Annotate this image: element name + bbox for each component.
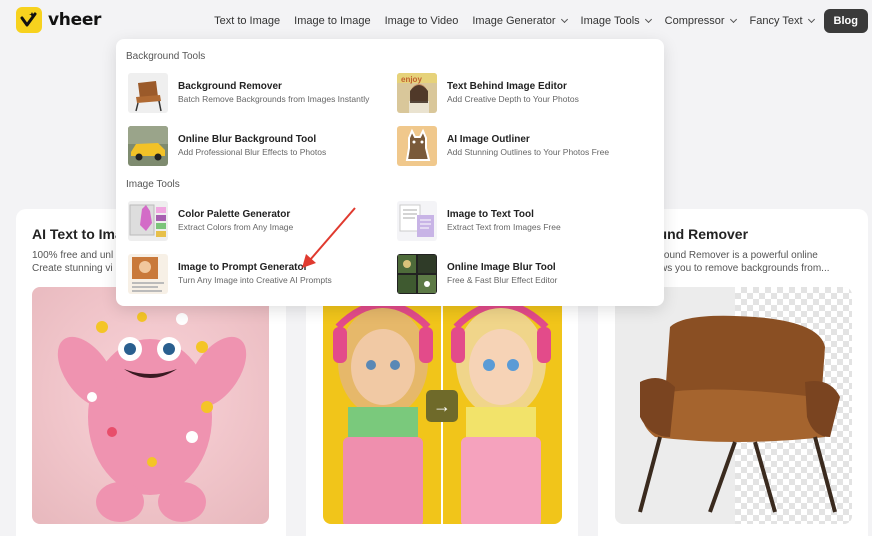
section-label-background-tools: Background Tools	[126, 51, 206, 62]
document-thumbnail-icon	[397, 201, 437, 241]
prompt-thumbnail-icon	[128, 254, 168, 294]
menu-item-online-blur-background-tool[interactable]: Online Blur Background Tool Add Professi…	[128, 126, 388, 166]
chevron-down-icon	[560, 15, 568, 24]
chevron-down-icon	[729, 15, 737, 24]
menu-item-image-to-prompt-generator[interactable]: Image to Prompt Generator Turn Any Image…	[128, 254, 388, 294]
nav-image-generator[interactable]: Image Generator	[472, 15, 568, 27]
compare-slider-handle-icon[interactable]: →	[426, 390, 458, 422]
menu-item-online-image-blur-tool[interactable]: Online Image Blur Tool Free & Fast Blur …	[397, 254, 657, 294]
chair-thumbnail-icon	[128, 73, 168, 113]
card-title: ound Remover	[650, 226, 749, 242]
main-nav: Text to Image Image to Image Image to Vi…	[214, 0, 868, 42]
menu-item-title: AI Image Outliner	[447, 134, 530, 145]
logo-text: vheer	[48, 10, 102, 30]
blur-grid-thumbnail-icon	[397, 254, 437, 294]
menu-item-subtitle: Extract Colors from Any Image	[178, 222, 294, 232]
nav-label: Image Tools	[580, 15, 640, 27]
logo-mark-icon	[16, 7, 42, 33]
menu-item-subtitle: Extract Text from Images Free	[447, 222, 561, 232]
nav-label: Image to Video	[384, 15, 459, 27]
nav-image-to-video[interactable]: Image to Video	[385, 15, 459, 27]
girl-comparison-image: →	[323, 287, 562, 524]
nav-image-to-image[interactable]: Image to Image	[294, 15, 370, 27]
nav-label: Image to Image	[294, 15, 371, 27]
menu-item-image-to-text-tool[interactable]: Image to Text Tool Extract Text from Ima…	[397, 201, 657, 241]
menu-item-title: Background Remover	[178, 81, 282, 92]
menu-item-title: Online Blur Background Tool	[178, 134, 317, 145]
menu-item-text-behind-image-editor[interactable]: enjoy Text Behind Image Editor Add Creat…	[397, 73, 657, 113]
svg-text:enjoy: enjoy	[401, 75, 422, 84]
menu-item-subtitle: Add Stunning Outlines to Your Photos Fre…	[447, 147, 610, 157]
nav-text-to-image[interactable]: Text to Image	[214, 15, 280, 27]
pink-monster-image	[32, 287, 269, 524]
top-navigation-bar: vheer Text to Image Image to Image Image…	[0, 0, 872, 42]
section-label-image-tools: Image Tools	[126, 179, 180, 190]
card-title: AI Text to Ima	[32, 226, 123, 242]
chevron-down-icon	[644, 15, 652, 24]
palette-thumbnail-icon	[128, 201, 168, 241]
card-description: kground Remover is a powerful online	[650, 250, 818, 261]
yellow-car-thumbnail-icon	[128, 126, 168, 166]
nav-label: Text to Image	[214, 15, 281, 27]
menu-item-background-remover[interactable]: Background Remover Batch Remove Backgrou…	[128, 73, 388, 113]
menu-item-subtitle: Turn Any Image into Creative AI Prompts	[178, 275, 332, 285]
menu-item-title: Image to Prompt Generator	[178, 262, 308, 273]
vheer-logo[interactable]: vheer	[16, 7, 101, 33]
menu-item-title: Text Behind Image Editor	[447, 81, 567, 92]
leather-chair-image	[615, 287, 852, 524]
menu-item-subtitle: Add Creative Depth to Your Photos	[447, 94, 579, 104]
portrait-text-thumbnail-icon: enjoy	[397, 73, 437, 113]
menu-item-title: Online Image Blur Tool	[447, 262, 556, 273]
menu-item-color-palette-generator[interactable]: Color Palette Generator Extract Colors f…	[128, 201, 388, 241]
cat-outline-thumbnail-icon	[397, 126, 437, 166]
nav-compressor[interactable]: Compressor	[664, 15, 737, 27]
nav-label: Compressor	[664, 15, 725, 27]
chevron-down-icon	[807, 15, 815, 24]
menu-item-subtitle: Batch Remove Backgrounds from Images Ins…	[178, 94, 370, 104]
menu-item-title: Color Palette Generator	[178, 209, 291, 220]
menu-item-title: Image to Text Tool	[447, 209, 534, 220]
nav-label: Fancy Text	[749, 15, 803, 27]
nav-image-tools[interactable]: Image Tools	[580, 15, 652, 27]
nav-fancy-text[interactable]: Fancy Text	[749, 15, 815, 27]
image-tools-dropdown-menu: Background Tools Background Remover Batc…	[116, 39, 664, 306]
nav-label: Image Generator	[472, 15, 556, 27]
menu-item-ai-image-outliner[interactable]: AI Image Outliner Add Stunning Outlines …	[397, 126, 657, 166]
blog-button[interactable]: Blog	[823, 9, 868, 33]
card-description: llows you to remove backgrounds from...	[650, 263, 830, 274]
menu-item-subtitle: Add Professional Blur Effects to Photos	[178, 147, 327, 157]
menu-item-subtitle: Free & Fast Blur Effect Editor	[447, 275, 558, 285]
